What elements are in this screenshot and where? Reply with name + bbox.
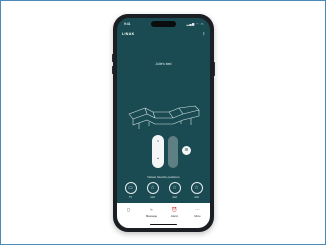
volume-up-button [112,54,113,62]
favourite-tv[interactable]: ▭ TV [123,182,138,199]
favourite-add-3[interactable]: ☆ Add [189,182,204,199]
favourite-label: Add [194,196,199,199]
nav-item-more[interactable]: ⋯ More [186,207,209,218]
nav-label: Massage [145,214,158,218]
favourite-label: Add [172,196,177,199]
volume-down-button [112,66,113,74]
bed-mattress-outline [128,105,200,120]
lower-button[interactable]: ⌄ [152,156,164,161]
alarm-icon: ⏰ [171,207,178,212]
nav-item-massage[interactable]: ≈ Massage [140,207,163,218]
nav-label: More [194,214,201,218]
status-icons: ▂▄▆ ◠ ▭ [186,22,204,26]
raise-button[interactable]: ⌃ [152,141,164,146]
foot-control-pill[interactable] [168,136,178,168]
favourite-label: Add [150,196,155,199]
status-time: 9:41 [124,22,131,26]
remote-icon: ▯ [127,207,130,212]
dynamic-island [151,21,176,27]
nav-label: Alarm [170,214,179,218]
nav-item-alarm[interactable]: ⏰ Alarm [163,207,186,218]
massage-icon: ≈ [150,207,153,212]
bed-joint-foot [178,107,184,115]
favourite-add-1[interactable]: ☆ Add [145,182,160,199]
app-logo: LINAK [122,32,135,36]
nav-item-remote[interactable]: ▯ [117,207,140,214]
bottom-nav: ▯ ≈ Massage ⏰ Alarm ⋯ More [117,203,210,228]
home-indicator [150,224,177,225]
tv-icon: ▭ [124,182,137,194]
bluetooth-icon[interactable]: ᛒ [203,31,205,36]
favourites-label[interactable]: Delete favorite positions [117,175,210,179]
favourite-add-2[interactable]: ☆ Add [167,182,182,199]
favourite-label: TV [128,196,133,199]
more-icon: ⋯ [195,207,200,212]
phone-mockup: 9:41 ▂▄▆ ◠ ▭ LINAK ᛒ Julie's bed ⌃ ⌄ ≋ D… [112,14,215,232]
star-icon: ☆ [190,182,203,194]
power-button [214,62,215,76]
bed-joint-knee [168,111,174,119]
star-icon: ☆ [168,182,181,194]
app-screen: 9:41 ▂▄▆ ◠ ▭ LINAK ᛒ Julie's bed ⌃ ⌄ ≋ D… [117,18,210,228]
bed-name: Julie's bed [155,62,172,66]
flat-position-button[interactable]: ≋ [182,146,191,155]
star-icon: ☆ [146,182,159,194]
bed-illustration [128,105,200,129]
head-control-pill[interactable]: ⌃ ⌄ [152,135,164,168]
favourites-row: ▭ TV ☆ Add ☆ Add ☆ Add [123,182,204,202]
